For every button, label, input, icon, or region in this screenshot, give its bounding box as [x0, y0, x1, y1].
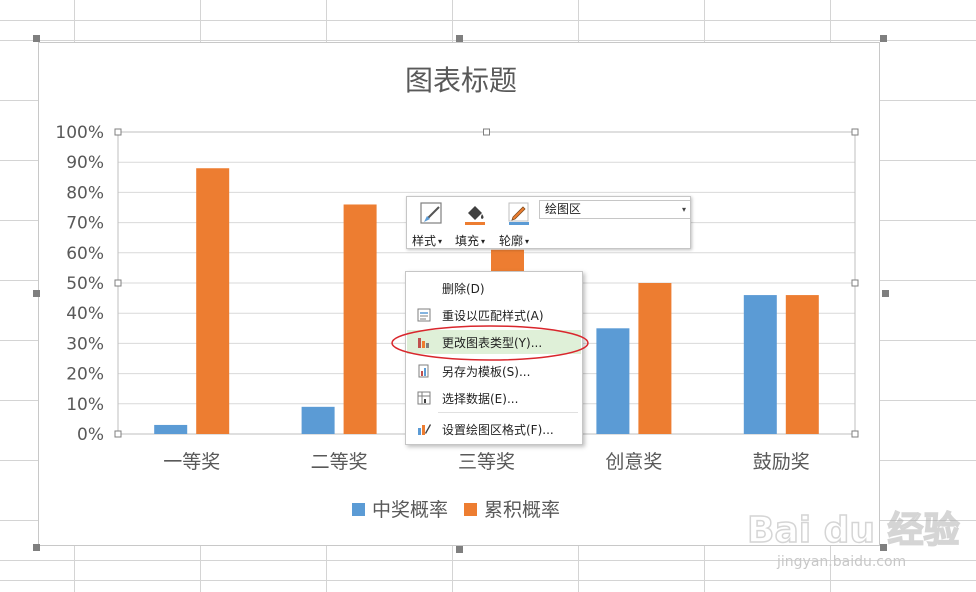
y-tick-label: 100% [55, 123, 104, 143]
chart-title[interactable]: 图表标题 [405, 64, 517, 97]
y-tick-label: 60% [66, 244, 104, 264]
y-tick-label: 80% [66, 183, 104, 203]
bar[interactable] [596, 328, 630, 434]
outline-button[interactable]: 轮廓 ▾ [499, 200, 539, 248]
context-menu: 删除(D) 重设以匹配样式(A) 更改图表类型(Y)... 另存为模板(S)..… [405, 271, 583, 445]
bar[interactable] [785, 295, 819, 434]
format-mini-toolbar: 样式 ▾ 填充 ▾ 轮廓 ▾ 绘图区 ▾ [406, 196, 691, 249]
select-data-icon [417, 391, 431, 405]
fill-label: 填充 [455, 234, 480, 248]
y-tick-label: 90% [66, 153, 104, 173]
y-tick-label: 50% [66, 274, 104, 294]
outline-label: 轮廓 [499, 234, 524, 248]
style-label: 样式 [412, 234, 437, 248]
chart-element-select[interactable]: 绘图区 ▾ [539, 200, 691, 219]
y-tick-label: 70% [66, 214, 104, 234]
menu-item-label: 选择数据(E)... [442, 392, 519, 406]
menu-item-change-chart-type[interactable]: 更改图表类型(Y)... [407, 330, 581, 354]
x-tick-label: 创意奖 [605, 451, 662, 473]
menu-item-label: 另存为模板(S)... [442, 365, 531, 379]
bar[interactable] [343, 204, 377, 434]
bar[interactable] [301, 406, 335, 434]
fill-button[interactable]: 填充 ▾ [455, 200, 495, 248]
legend-label[interactable]: 中奖概率 [372, 499, 448, 521]
menu-item-select-data[interactable]: 选择数据(E)... [407, 386, 581, 410]
paint-bucket-icon [465, 206, 485, 225]
menu-item-save-template[interactable]: 另存为模板(S)... [407, 359, 581, 383]
plot-area-handle[interactable] [483, 128, 490, 136]
watermark-brand: Bai du 经验 [747, 510, 960, 551]
bar[interactable] [154, 424, 188, 434]
plot-area-handle[interactable] [851, 279, 859, 287]
chart-element-select-value: 绘图区 [545, 202, 582, 216]
watermark-url: jingyan.baidu.com [776, 554, 906, 570]
menu-item-delete[interactable]: 删除(D) [407, 276, 581, 300]
plot-area-handle[interactable] [114, 430, 122, 438]
bar[interactable] [638, 283, 672, 434]
menu-item-label: 重设以匹配样式(A) [442, 309, 544, 323]
style-button[interactable]: 样式 ▾ [412, 200, 452, 248]
x-tick-label: 三等奖 [458, 451, 515, 473]
y-tick-label: 30% [66, 334, 104, 354]
menu-item-label: 设置绘图区格式(F)... [442, 423, 554, 437]
menu-item-label: 删除(D) [442, 282, 485, 296]
legend-label[interactable]: 累积概率 [484, 499, 560, 521]
x-tick-label: 一等奖 [163, 451, 220, 473]
reset-style-icon [417, 308, 431, 322]
bar[interactable] [196, 168, 230, 435]
y-tick-label: 0% [77, 425, 104, 445]
format-plot-area-icon [418, 424, 431, 435]
pencil-outline-icon [508, 202, 529, 225]
plot-area-handle[interactable] [851, 430, 859, 438]
menu-item-label: 更改图表类型(Y)... [442, 336, 543, 350]
legend-swatch [352, 503, 365, 516]
save-template-icon [418, 364, 429, 378]
style-brush-icon [420, 202, 442, 224]
menu-item-format-plot-area[interactable]: 设置绘图区格式(F)... [407, 417, 581, 441]
legend-swatch [464, 503, 477, 516]
plot-area-handle[interactable] [851, 128, 859, 136]
y-tick-label: 10% [66, 395, 104, 415]
x-tick-label: 鼓励奖 [753, 451, 810, 473]
x-tick-label: 二等奖 [311, 451, 368, 473]
menu-item-reset-style[interactable]: 重设以匹配样式(A) [407, 303, 581, 327]
plot-area-handle[interactable] [114, 128, 122, 136]
change-chart-type-icon [418, 338, 429, 348]
bar[interactable] [743, 295, 777, 434]
plot-area-handle[interactable] [114, 279, 122, 287]
y-tick-label: 40% [66, 304, 104, 324]
chevron-down-icon: ▾ [681, 205, 686, 214]
menu-separator [438, 412, 578, 413]
y-tick-label: 20% [66, 365, 104, 385]
baidu-jingyan-watermark: Bai du 经验 jingyan.baidu.com [746, 509, 960, 570]
